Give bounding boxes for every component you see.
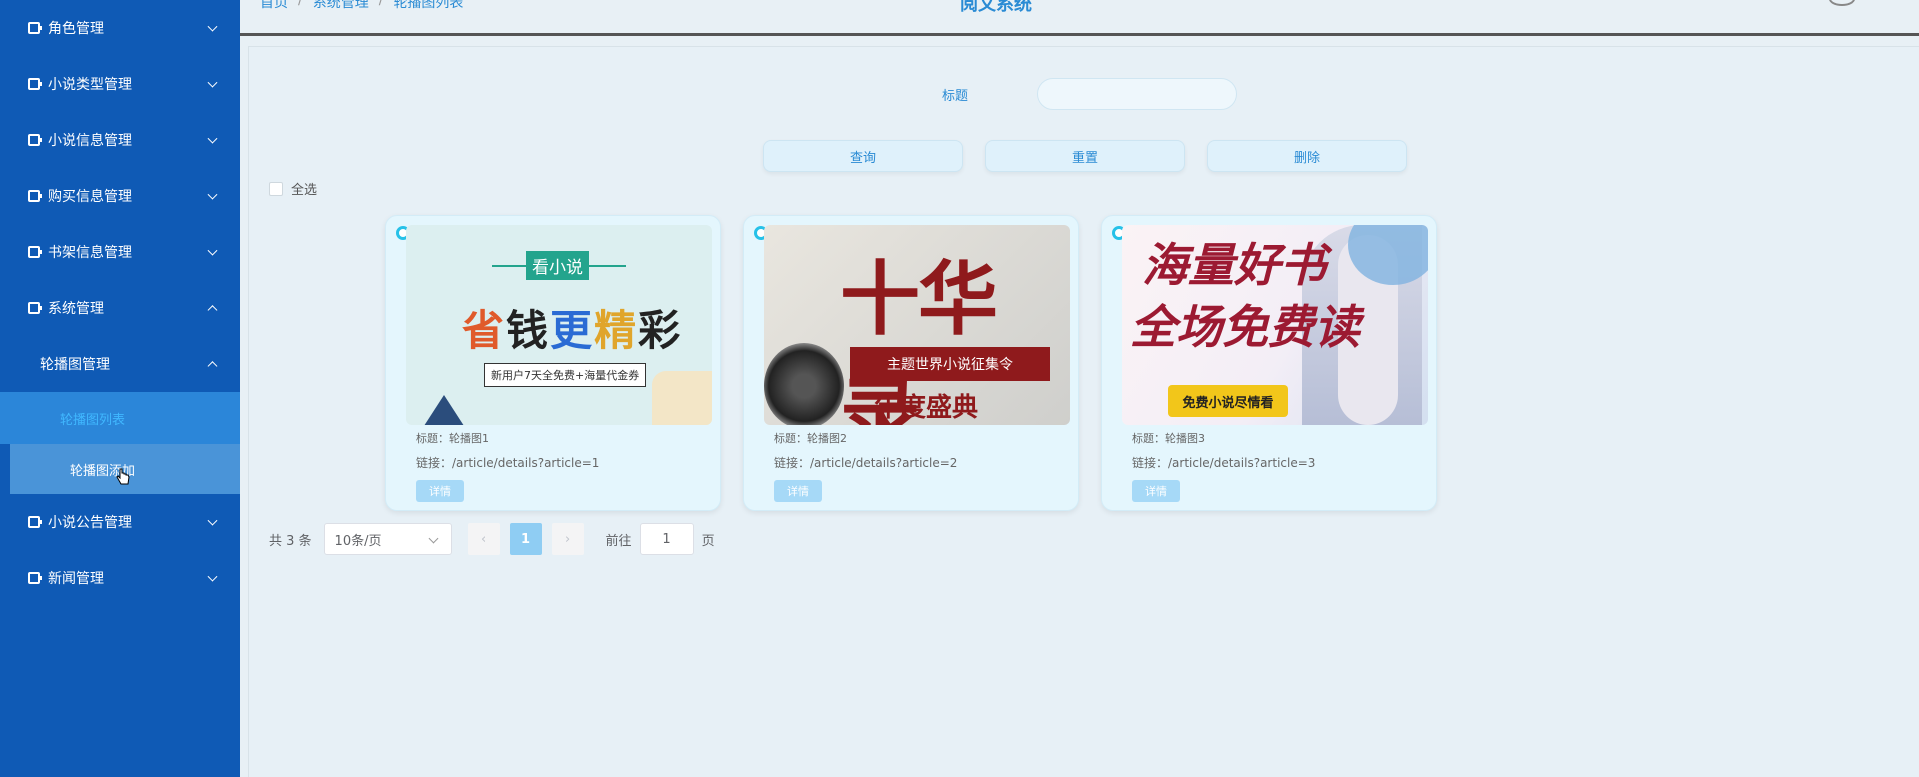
avatar[interactable] (1829, 0, 1855, 6)
chevron-down-icon (207, 189, 218, 200)
sidebar-item-label: 角色管理 (48, 21, 104, 37)
chevron-down-icon (207, 77, 218, 88)
image-button-graphic: 免费小说尽情看 (1168, 385, 1288, 417)
sidebar-item-label: 购买信息管理 (48, 189, 132, 205)
menu-icon (28, 134, 42, 146)
main-content: 标题 查询 重置 删除 全选 看小说 省钱更精彩 新用户7天全免费+海量代金券 … (248, 46, 1919, 777)
sidebar-item-bookshelf[interactable]: 书架信息管理 (0, 224, 240, 280)
select-all-label: 全选 (291, 183, 318, 198)
breadcrumb-home[interactable]: 首页 (260, 0, 288, 12)
query-button[interactable]: 查询 (763, 140, 963, 172)
sidebar-item-label: 小说信息管理 (48, 133, 132, 149)
carousel-card: 海量好书 全场免费读 免费小说尽情看 标题：轮播图3 链接：/article/d… (1101, 215, 1437, 511)
menu-icon (28, 302, 42, 314)
sidebar-item-label: 书架信息管理 (48, 245, 132, 261)
detail-button[interactable]: 详情 (416, 480, 464, 502)
page-size-select[interactable]: 10条/页 (323, 523, 452, 555)
sidebar-item-label: 轮播图列表 (60, 412, 126, 428)
menu-icon (28, 246, 42, 258)
sidebar-item-carousel-add[interactable]: 轮播图添加 (10, 444, 240, 494)
menu-icon (28, 78, 42, 90)
sidebar-item-novel-info[interactable]: 小说信息管理 (0, 112, 240, 168)
breadcrumb-separator: / (298, 0, 303, 8)
image-tag: 看小说 (526, 251, 589, 280)
chevron-down-icon (207, 245, 218, 256)
pagination: 共 3 条 10条/页 ‹ 1 › 前往 1 页 (269, 523, 715, 555)
sidebar-item-label: 系统管理 (48, 301, 104, 317)
chevron-down-icon (207, 571, 218, 582)
hand-cursor-icon (116, 468, 130, 485)
card-title: 标题：轮播图3 (1132, 432, 1205, 445)
menu-icon (28, 22, 42, 34)
image-headline: 海量好书 (1142, 238, 1326, 292)
sidebar-item-system[interactable]: 系统管理 (0, 280, 240, 336)
select-all[interactable]: 全选 (269, 179, 317, 198)
card-title: 标题：轮播图1 (416, 432, 489, 445)
sidebar-item-label: 小说公告管理 (48, 515, 132, 531)
submenu-carousel[interactable]: 轮播图管理 (0, 336, 240, 392)
goto-label: 前往 (605, 533, 632, 549)
page-size-value: 10条/页 (334, 533, 382, 549)
sidebar-item-role[interactable]: 角色管理 (0, 0, 240, 56)
detail-button[interactable]: 详情 (1132, 480, 1180, 502)
decorative-book (652, 371, 712, 425)
chevron-down-icon (428, 533, 438, 544)
chevron-up-icon (207, 361, 218, 372)
card-link: 链接：/article/details?article=3 (1132, 456, 1316, 470)
menu-icon (28, 572, 42, 584)
decorative-ink (764, 343, 844, 425)
image-banner: 主题世界小说征集令 (850, 347, 1050, 381)
chevron-down-icon (207, 133, 218, 144)
search-label: 标题 (942, 89, 969, 104)
chevron-down-icon (207, 515, 218, 526)
carousel-image: 十华录 主题世界小说征集令 年度盛典 (764, 225, 1070, 425)
image-subtext: 新用户7天全免费+海量代金券 (484, 363, 647, 387)
goto-page-input[interactable]: 1 (639, 523, 694, 555)
sidebar-item-novel-type[interactable]: 小说类型管理 (0, 56, 240, 112)
image-headline: 省钱更精彩 (462, 306, 683, 355)
sidebar-item-purchase[interactable]: 购买信息管理 (0, 168, 240, 224)
breadcrumb-separator: / (378, 0, 384, 8)
prev-page-button[interactable]: ‹ (467, 523, 500, 555)
carousel-image: 看小说 省钱更精彩 新用户7天全免费+海量代金券 (406, 225, 712, 425)
page-unit-label: 页 (701, 533, 715, 549)
next-page-button[interactable]: › (551, 523, 584, 555)
pagination-total: 共 3 条 (269, 533, 312, 549)
select-all-checkbox[interactable] (269, 181, 283, 196)
decorative-shape (422, 395, 466, 425)
detail-button[interactable]: 详情 (774, 480, 822, 502)
page-number[interactable]: 1 (509, 523, 542, 555)
breadcrumb-system[interactable]: 系统管理 (313, 0, 369, 12)
reset-button[interactable]: 重置 (985, 140, 1185, 172)
sidebar-item-announcement[interactable]: 小说公告管理 (0, 494, 240, 550)
search-input[interactable] (1037, 78, 1237, 110)
sidebar-item-carousel-list[interactable]: 轮播图列表 (0, 392, 240, 444)
breadcrumb: 首页 / 系统管理 / 轮播图列表 (260, 0, 463, 12)
chevron-up-icon (207, 305, 218, 316)
carousel-card: 十华录 主题世界小说征集令 年度盛典 标题：轮播图2 链接：/article/d… (743, 215, 1079, 511)
menu-icon (28, 190, 42, 202)
image-subtext: 年度盛典 (874, 393, 979, 423)
card-title: 标题：轮播图2 (774, 432, 847, 445)
sidebar-item-label: 新闻管理 (48, 571, 104, 587)
carousel-card: 看小说 省钱更精彩 新用户7天全免费+海量代金券 标题：轮播图1 链接：/art… (385, 215, 721, 511)
sidebar-item-news[interactable]: 新闻管理 (0, 550, 240, 606)
sidebar-item-label: 小说类型管理 (48, 77, 132, 93)
header: 首页 / 系统管理 / 轮播图列表 阅文系统 (240, 0, 1919, 36)
submenu-title-label: 轮播图管理 (40, 357, 110, 373)
card-link: 链接：/article/details?article=2 (774, 456, 958, 470)
image-headline-2: 全场免费读 (1130, 300, 1360, 354)
chevron-down-icon (207, 21, 218, 32)
carousel-image: 海量好书 全场免费读 免费小说尽情看 (1122, 225, 1428, 425)
menu-icon (28, 516, 42, 528)
breadcrumb-current: 轮播图列表 (393, 0, 464, 11)
sidebar: 角色管理 小说类型管理 小说信息管理 购买信息管理 书架信息管理 系统管理 轮播… (0, 0, 240, 777)
delete-button[interactable]: 删除 (1207, 140, 1407, 172)
page-title: 阅文系统 (960, 0, 1032, 15)
card-link: 链接：/article/details?article=1 (416, 456, 600, 470)
